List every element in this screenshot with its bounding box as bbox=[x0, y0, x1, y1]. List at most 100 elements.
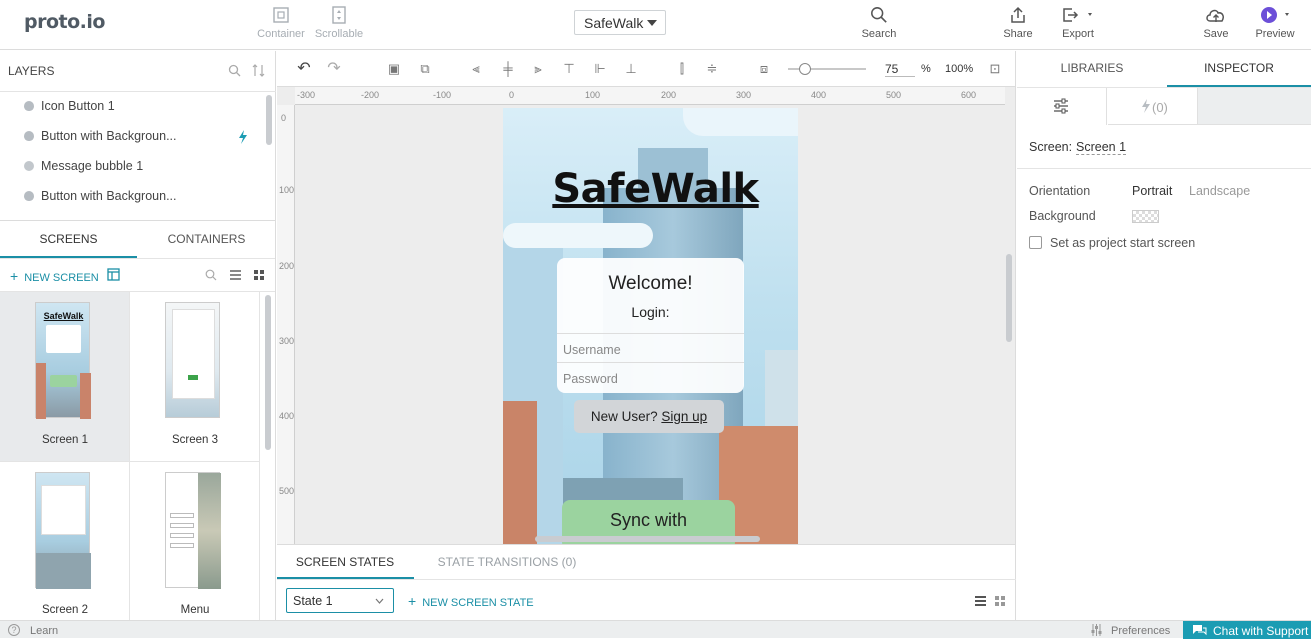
ungroup-icon[interactable]: ⧉ bbox=[418, 62, 432, 76]
export-button[interactable]: Export bbox=[1058, 6, 1098, 40]
zoom-fit-button[interactable]: 100% bbox=[945, 63, 973, 75]
distribute-vertical-icon[interactable]: ≑ bbox=[705, 62, 719, 76]
align-top-icon[interactable]: ⊤ bbox=[562, 62, 576, 76]
save-button[interactable]: Save bbox=[1201, 6, 1231, 40]
container-button[interactable]: Container bbox=[255, 6, 307, 40]
zoom-slider-handle[interactable] bbox=[799, 63, 811, 75]
layers-scrollbar[interactable] bbox=[266, 95, 272, 145]
new-screen-button[interactable]: + NEW SCREEN bbox=[10, 268, 99, 284]
username-field[interactable]: Username bbox=[557, 333, 744, 362]
scrollable-icon bbox=[332, 6, 346, 24]
learn-link[interactable]: Learn bbox=[30, 625, 58, 637]
orientation-label: Orientation bbox=[1029, 184, 1091, 198]
chevron-down-icon bbox=[647, 20, 657, 26]
state-select[interactable]: State 1 bbox=[286, 588, 394, 613]
screen-states-panel: SCREEN STATES STATE TRANSITIONS (0) Stat… bbox=[277, 544, 1016, 620]
zoom-unit: % bbox=[921, 63, 931, 75]
screen-label: Menu bbox=[180, 604, 210, 616]
ruler-label: 500 bbox=[279, 486, 295, 496]
screen-preview bbox=[35, 472, 91, 589]
screen-label: Screen 2 bbox=[41, 604, 89, 616]
tab-screens[interactable]: SCREENS bbox=[0, 232, 137, 246]
layer-item[interactable]: Icon Button 1 bbox=[0, 92, 262, 122]
undo-icon[interactable]: ↶ bbox=[297, 61, 311, 77]
sign-up-button[interactable]: New User? Sign up bbox=[574, 400, 724, 433]
distribute-horizontal-icon[interactable]: ⫿ bbox=[675, 62, 689, 76]
screen-template-icon[interactable] bbox=[107, 268, 120, 281]
tab-libraries[interactable]: LIBRARIES bbox=[1017, 61, 1167, 75]
search-icon[interactable] bbox=[228, 64, 241, 77]
ruler-label: 400 bbox=[279, 411, 295, 421]
scrollable-button[interactable]: Scrollable bbox=[313, 6, 365, 40]
apple-icon bbox=[24, 101, 34, 111]
grid-view-icon[interactable] bbox=[995, 596, 1005, 606]
project-name: SafeWalk bbox=[584, 15, 644, 31]
align-left-icon[interactable]: ⫷ bbox=[469, 62, 483, 76]
orientation-landscape[interactable]: Landscape bbox=[1189, 184, 1250, 198]
fit-screen-icon[interactable]: ⊡ bbox=[988, 62, 1002, 76]
tab-inspector[interactable]: INSPECTOR bbox=[1167, 61, 1311, 75]
screen-thumbnail[interactable]: Menu bbox=[130, 462, 260, 620]
chat-support-label: Chat with Support bbox=[1213, 624, 1309, 638]
inspector-tab-filler bbox=[1198, 88, 1311, 125]
background-color-swatch[interactable] bbox=[1132, 210, 1159, 223]
sliders-icon bbox=[1054, 98, 1068, 114]
grid-view-icon[interactable] bbox=[254, 270, 264, 280]
scrollable-label: Scrollable bbox=[314, 28, 364, 40]
new-screen-state-button[interactable]: + NEW SCREEN STATE bbox=[408, 593, 534, 609]
interactions-tab[interactable]: (0) bbox=[1108, 88, 1198, 125]
tab-containers[interactable]: CONTAINERS bbox=[137, 232, 275, 246]
ruler-label: -100 bbox=[433, 90, 452, 100]
align-right-icon[interactable]: ⫸ bbox=[531, 62, 545, 76]
start-screen-checkbox[interactable] bbox=[1029, 236, 1042, 249]
align-bottom-icon[interactable]: ⊥ bbox=[624, 62, 638, 76]
list-view-icon[interactable] bbox=[975, 596, 986, 606]
search-label: Search bbox=[861, 28, 897, 40]
screen-thumbnail[interactable]: Screen 2 bbox=[0, 462, 130, 620]
share-button[interactable]: Share bbox=[1001, 6, 1035, 40]
password-field[interactable]: Password bbox=[557, 362, 744, 391]
apple-icon bbox=[24, 191, 34, 201]
interactions-count: (0) bbox=[1152, 100, 1168, 115]
search-icon bbox=[871, 7, 887, 23]
ruler-label: -300 bbox=[297, 90, 316, 100]
list-view-icon[interactable] bbox=[230, 270, 241, 280]
tab-state-transitions[interactable]: STATE TRANSITIONS (0) bbox=[427, 555, 587, 569]
canvas-vertical-scrollbar[interactable] bbox=[1006, 254, 1012, 342]
design-canvas[interactable]: ↶ ↷ ▣ ⧉ ⫷ ╪ ⫸ ⊤ ⊩ ⊥ ⫿ ≑ ⧈ 75 % 100% ⊡ -3… bbox=[277, 51, 1016, 544]
preview-button[interactable]: Preview bbox=[1255, 6, 1295, 40]
preferences-link[interactable]: Preferences bbox=[1111, 625, 1170, 637]
chat-support-button[interactable]: Chat with Support bbox=[1183, 621, 1311, 639]
screen-thumbnail[interactable]: Screen 3 bbox=[130, 292, 260, 462]
align-middle-icon[interactable]: ⊩ bbox=[593, 62, 607, 76]
layer-item[interactable]: Button with Backgroun... bbox=[0, 182, 262, 212]
sort-icon[interactable] bbox=[252, 64, 265, 77]
screen-thumbnail[interactable]: SafeWalk Screen 1 bbox=[0, 292, 130, 462]
screens-scrollbar[interactable] bbox=[265, 295, 271, 450]
search-button[interactable]: Search bbox=[859, 6, 899, 40]
ruler-label: 100 bbox=[585, 90, 601, 100]
arrange-icon[interactable]: ⧈ bbox=[757, 62, 771, 76]
layer-label: Icon Button 1 bbox=[41, 99, 115, 113]
project-select[interactable]: SafeWalk bbox=[574, 10, 666, 35]
app-logo[interactable]: proto.io bbox=[24, 11, 105, 33]
screen-name-input[interactable]: Screen 1 bbox=[1076, 140, 1127, 155]
group-icon[interactable]: ▣ bbox=[387, 62, 401, 76]
thumb-card bbox=[41, 485, 86, 535]
align-center-icon[interactable]: ╪ bbox=[501, 62, 515, 76]
canvas-horizontal-scrollbar[interactable] bbox=[535, 536, 760, 542]
zoom-input[interactable]: 75 bbox=[885, 62, 915, 77]
redo-icon[interactable]: ↷ bbox=[327, 61, 341, 77]
tab-screen-states[interactable]: SCREEN STATES bbox=[288, 555, 402, 569]
search-icon[interactable] bbox=[205, 269, 217, 281]
ruler-label: 100 bbox=[279, 185, 295, 195]
orientation-portrait[interactable]: Portrait bbox=[1132, 184, 1172, 198]
phone-screen[interactable]: SafeWalk Welcome! Login: Username Passwo… bbox=[503, 108, 798, 544]
layer-item[interactable]: Button with Backgroun... bbox=[0, 122, 262, 152]
layer-item[interactable]: Message bubble 1 bbox=[0, 152, 262, 182]
container-icon bbox=[273, 7, 289, 23]
sign-up-link[interactable]: Sign up bbox=[661, 409, 707, 424]
top-toolbar: proto.io Container Scrollable SafeWalk S… bbox=[0, 0, 1311, 50]
properties-tab[interactable] bbox=[1017, 88, 1107, 125]
screens-panel: SCREENS CONTAINERS + NEW SCREEN SafeWalk … bbox=[0, 221, 276, 620]
